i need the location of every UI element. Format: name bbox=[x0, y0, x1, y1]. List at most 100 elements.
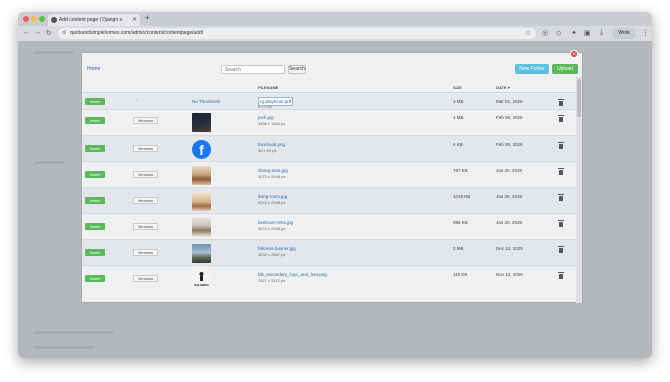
tab-bar: Add content page | Django s ✕ + bbox=[18, 12, 652, 26]
versions-placeholder: - bbox=[136, 98, 138, 104]
date-column-header[interactable]: Date ▾ bbox=[496, 85, 510, 90]
close-window-dot[interactable] bbox=[23, 16, 29, 22]
sidebar-icon[interactable]: ▣ bbox=[584, 29, 591, 37]
favicon-icon bbox=[51, 17, 57, 23]
background-text bbox=[34, 346, 94, 349]
search-button[interactable]: Search bbox=[288, 65, 306, 74]
image-thumbnail[interactable] bbox=[192, 166, 211, 185]
delete-icon[interactable] bbox=[558, 142, 564, 149]
file-dimensions: 50 x 50 px bbox=[258, 148, 277, 153]
delete-icon[interactable] bbox=[558, 168, 564, 175]
delete-icon[interactable] bbox=[558, 99, 564, 106]
file-size: 787 KB bbox=[453, 168, 468, 173]
logo-thumbnail[interactable]: SALSEDO bbox=[192, 270, 211, 289]
background-text bbox=[34, 51, 74, 54]
delete-icon[interactable] bbox=[558, 115, 564, 122]
filename-link[interactable]: blk_secondary_logo_and_feet.png bbox=[258, 272, 327, 277]
table-row: Insert Versions f facebook.png 50 x 50 p… bbox=[82, 136, 576, 162]
file-dimensions: 4032 x 2687 px bbox=[258, 252, 286, 257]
size-column-header[interactable]: Size bbox=[453, 85, 462, 90]
new-folder-button[interactable]: New Folder bbox=[515, 64, 549, 74]
file-size: 1 MB bbox=[453, 115, 464, 120]
minimize-window-dot[interactable] bbox=[31, 16, 37, 22]
delete-icon[interactable] bbox=[558, 194, 564, 201]
file-date: Jan 20, 2026 bbox=[496, 194, 523, 199]
file-size: 1019 KB bbox=[453, 194, 471, 199]
reload-icon[interactable]: ↻ bbox=[46, 29, 52, 37]
file-dimensions: 3072 x 2048 px bbox=[258, 200, 286, 205]
insert-button[interactable]: Insert bbox=[85, 171, 105, 178]
download-icon[interactable]: ⤓ bbox=[600, 29, 603, 37]
image-thumbnail[interactable] bbox=[192, 218, 211, 237]
filename-link[interactable]: hillcrest-banner.jpg bbox=[258, 246, 296, 251]
upload-button[interactable]: Upload bbox=[552, 64, 578, 74]
filename-column-header[interactable]: Filename bbox=[258, 85, 278, 90]
versions-button[interactable]: Versions bbox=[133, 249, 158, 256]
file-size: 996 KB bbox=[453, 220, 468, 225]
profile-button[interactable]: Work bbox=[612, 28, 636, 39]
insert-button[interactable]: Insert bbox=[85, 98, 105, 105]
maximize-window-dot[interactable] bbox=[39, 16, 45, 22]
file-date: Feb 09, 2026 bbox=[496, 115, 523, 120]
insert-button[interactable]: Insert bbox=[85, 197, 105, 204]
delete-icon[interactable] bbox=[558, 220, 564, 227]
filename-link[interactable]: dining-area.jpg bbox=[258, 168, 288, 173]
address-bar[interactable]: ⚙ quickandsimplehomes.com/admin/content/… bbox=[58, 28, 536, 39]
file-date: Jan 20, 2026 bbox=[496, 220, 523, 225]
menu-icon[interactable]: ⋮ bbox=[642, 29, 649, 37]
versions-button[interactable]: Versions bbox=[133, 197, 158, 204]
file-size: 3 MB bbox=[453, 99, 464, 104]
filename-link[interactable]: facebook.png bbox=[258, 142, 285, 147]
file-size: 4 KB bbox=[453, 142, 463, 147]
browser-toolbar: ← → ↻ ⚙ quickandsimplehomes.com/admin/co… bbox=[18, 26, 652, 41]
site-info-icon[interactable]: ⚙ bbox=[62, 28, 66, 39]
file-date: Nov 12, 2025 bbox=[496, 272, 523, 277]
versions-button[interactable]: Versions bbox=[133, 171, 158, 178]
facebook-logo-thumbnail[interactable]: f bbox=[192, 140, 211, 159]
versions-button[interactable]: Versions bbox=[133, 275, 158, 282]
file-dimensions: 3072 x 2048 px bbox=[258, 174, 286, 179]
breadcrumb-home[interactable]: Home bbox=[87, 66, 100, 72]
no-thumbnail-label: No Thumbnail bbox=[192, 99, 220, 104]
file-browser-modal: Home Search New Folder Upload Filename S… bbox=[81, 52, 583, 303]
delete-icon[interactable] bbox=[558, 272, 564, 279]
filename-link[interactable]: living-room.jpg bbox=[258, 194, 287, 199]
versions-button[interactable]: Versions bbox=[133, 117, 158, 124]
search-input[interactable] bbox=[221, 65, 285, 74]
url-text: quickandsimplehomes.com/admin/content/co… bbox=[70, 30, 204, 36]
file-size: 115 KB bbox=[453, 272, 468, 277]
extension-icon-2[interactable]: ◇ bbox=[556, 29, 561, 37]
table-row: Insert Versions bedroom-shot.jpg 3072 x … bbox=[82, 214, 576, 240]
bookmark-star-icon[interactable]: ☆ bbox=[525, 29, 531, 37]
extension-icon[interactable]: ◎ bbox=[542, 29, 548, 37]
table-row: Insert Versions josh.jpg 3456 x 1168 px … bbox=[82, 110, 576, 136]
versions-button[interactable]: Versions bbox=[133, 145, 158, 152]
delete-icon[interactable] bbox=[558, 246, 564, 253]
table-row: Insert Versions living-room.jpg 3072 x 2… bbox=[82, 188, 576, 214]
profile-label: Work bbox=[618, 30, 630, 36]
close-modal-icon[interactable]: ✕ bbox=[570, 50, 578, 58]
insert-button[interactable]: Insert bbox=[85, 223, 105, 230]
background-text bbox=[34, 331, 114, 334]
file-date: Mar 01, 2026 bbox=[496, 99, 523, 104]
insert-button[interactable]: Insert bbox=[85, 275, 105, 282]
back-icon[interactable]: ← bbox=[23, 29, 30, 36]
image-thumbnail[interactable] bbox=[192, 113, 211, 132]
image-thumbnail[interactable] bbox=[192, 244, 211, 263]
image-thumbnail[interactable] bbox=[192, 192, 211, 211]
file-date: Jan 20, 2026 bbox=[496, 168, 523, 173]
modal-scrollbar[interactable] bbox=[576, 77, 582, 303]
insert-button[interactable]: Insert bbox=[85, 249, 105, 256]
close-tab-icon[interactable]: ✕ bbox=[132, 14, 137, 26]
versions-button[interactable]: Versions bbox=[133, 223, 158, 230]
extensions-puzzle-icon[interactable]: ✦ bbox=[571, 29, 577, 37]
filename-link[interactable]: bedroom-shot.jpg bbox=[258, 220, 293, 225]
forward-icon[interactable]: → bbox=[34, 29, 41, 36]
file-date: Dec 12, 2025 bbox=[496, 246, 523, 251]
insert-button[interactable]: Insert bbox=[85, 145, 105, 152]
browser-tab[interactable]: Add content page | Django s ✕ bbox=[48, 14, 140, 26]
new-tab-icon[interactable]: + bbox=[145, 13, 150, 22]
filename-link[interactable]: josh.jpg bbox=[258, 115, 274, 120]
scrollbar-thumb[interactable] bbox=[577, 79, 581, 117]
insert-button[interactable]: Insert bbox=[85, 117, 105, 124]
